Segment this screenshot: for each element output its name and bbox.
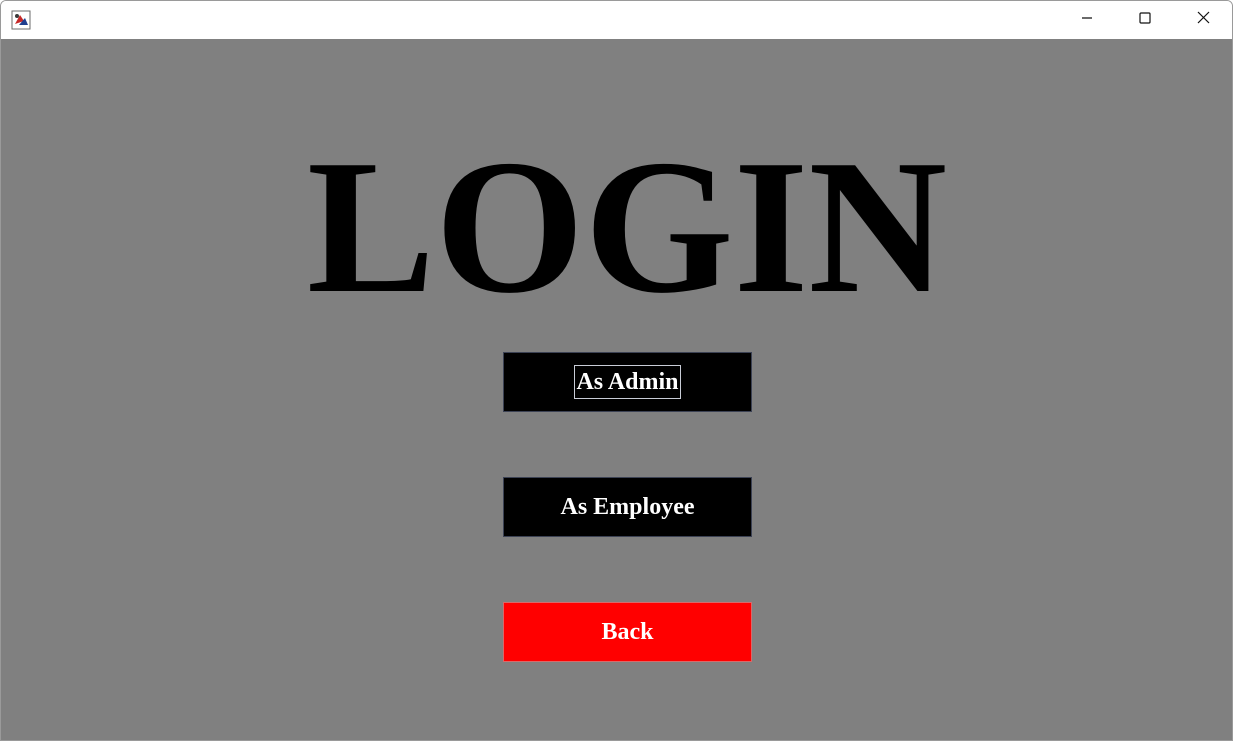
as-admin-label: As Admin (574, 365, 681, 399)
close-icon (1197, 11, 1210, 29)
as-employee-button[interactable]: As Employee (503, 477, 752, 537)
page-title: LOGIN (306, 120, 948, 333)
as-admin-button[interactable]: As Admin (503, 352, 752, 412)
maximize-icon (1139, 11, 1151, 29)
back-button[interactable]: Back (503, 602, 752, 662)
java-app-icon (11, 10, 31, 30)
back-label: Back (601, 619, 654, 645)
title-bar[interactable] (1, 1, 1232, 39)
as-employee-label: As Employee (560, 494, 695, 520)
maximize-button[interactable] (1116, 1, 1174, 39)
minimize-button[interactable] (1058, 1, 1116, 39)
minimize-icon (1081, 11, 1093, 29)
login-panel: LOGIN As Admin As Employee Back (1, 39, 1232, 740)
app-window: LOGIN As Admin As Employee Back (0, 0, 1233, 741)
close-button[interactable] (1174, 1, 1232, 39)
